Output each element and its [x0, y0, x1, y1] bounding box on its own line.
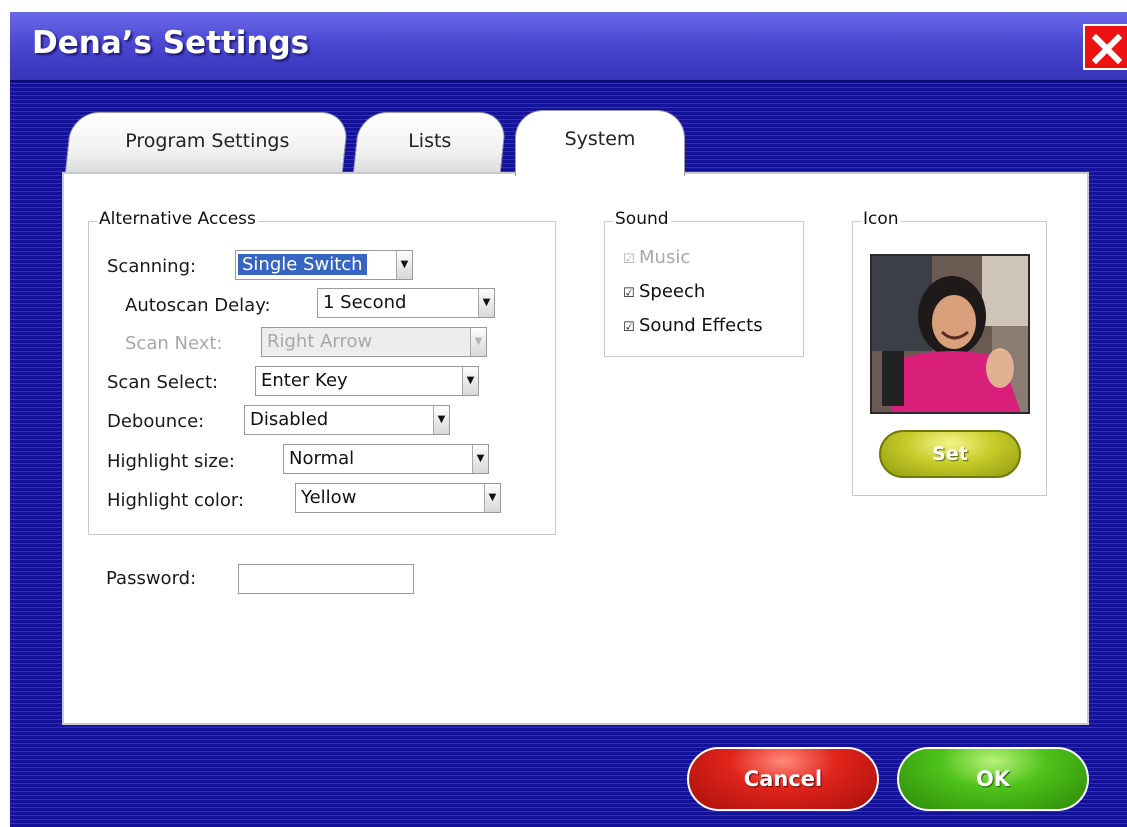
highlight-size-select[interactable]: Normal ▼: [283, 444, 489, 474]
tab-label: Program Settings: [125, 130, 290, 152]
select-value: Single Switch: [238, 254, 367, 275]
title-bar: Dena’s Settings: [10, 12, 1127, 82]
select-value: Right Arrow: [267, 331, 373, 352]
checkbox-label: Music: [639, 247, 691, 268]
select-value: Enter Key: [261, 370, 348, 391]
scan-select-select[interactable]: Enter Key ▼: [255, 366, 479, 396]
checkmark-icon: ☑: [623, 320, 635, 335]
password-field[interactable]: [238, 564, 414, 594]
ok-button[interactable]: OK: [897, 747, 1089, 811]
tab-label: Lists: [408, 130, 452, 152]
dropdown-arrow-icon: ▼: [472, 445, 488, 473]
dropdown-arrow-icon: ▼: [396, 251, 412, 279]
checkmark-icon: ☑: [623, 252, 635, 267]
alternative-access-group: Alternative Access Scanning: Single Swit…: [88, 209, 556, 535]
scan-select-label: Scan Select:: [107, 372, 219, 393]
tab-label: System: [564, 128, 636, 150]
select-value: Disabled: [250, 409, 329, 430]
close-x-icon: [1091, 33, 1123, 65]
window-title: Dena’s Settings: [32, 25, 310, 61]
scan-next-select: Right Arrow ▼: [261, 327, 487, 357]
highlight-size-label: Highlight size:: [107, 451, 235, 472]
dropdown-arrow-icon: ▼: [484, 484, 500, 512]
autoscan-delay-select[interactable]: 1 Second ▼: [317, 288, 495, 318]
select-value: Normal: [289, 448, 355, 469]
checkmark-icon: ☑: [623, 286, 635, 301]
debounce-label: Debounce:: [107, 411, 205, 432]
set-icon-button[interactable]: Set: [879, 430, 1021, 478]
sound-group: Sound ☑ Music ☑ Speech ☑ Sound Effects: [604, 209, 804, 357]
group-legend: Alternative Access: [97, 209, 258, 229]
autoscan-delay-label: Autoscan Delay:: [125, 295, 271, 316]
checkbox-label: Speech: [639, 281, 706, 302]
select-value: 1 Second: [323, 292, 407, 313]
cancel-button[interactable]: Cancel: [687, 747, 879, 811]
group-legend: Sound: [613, 209, 671, 229]
scanning-select[interactable]: Single Switch ▼: [235, 250, 413, 280]
speech-checkbox[interactable]: ☑ Speech: [623, 281, 705, 302]
select-value: Yellow: [301, 487, 357, 508]
system-tab-panel: Alternative Access Scanning: Single Swit…: [62, 172, 1089, 725]
tab-lists[interactable]: Lists: [352, 112, 508, 174]
music-checkbox: ☑ Music: [623, 247, 690, 268]
dropdown-arrow-icon: ▼: [470, 328, 486, 356]
dropdown-arrow-icon: ▼: [478, 289, 494, 317]
debounce-select[interactable]: Disabled ▼: [244, 405, 450, 435]
settings-window: Dena’s Settings Program Settings Lists S…: [10, 12, 1127, 827]
group-legend: Icon: [861, 209, 901, 229]
dropdown-arrow-icon: ▼: [462, 367, 478, 395]
highlight-color-select[interactable]: Yellow ▼: [295, 483, 501, 513]
tab-system[interactable]: System: [515, 110, 685, 176]
password-label: Password:: [106, 568, 197, 589]
sound-effects-checkbox[interactable]: ☑ Sound Effects: [623, 315, 763, 336]
checkbox-label: Sound Effects: [639, 315, 763, 336]
user-photo: [870, 254, 1030, 414]
highlight-color-label: Highlight color:: [107, 490, 245, 511]
close-button[interactable]: [1083, 24, 1127, 70]
scanning-label: Scanning:: [107, 256, 197, 277]
tab-program-settings[interactable]: Program Settings: [64, 112, 350, 174]
dropdown-arrow-icon: ▼: [433, 406, 449, 434]
scan-next-label: Scan Next:: [125, 333, 223, 354]
